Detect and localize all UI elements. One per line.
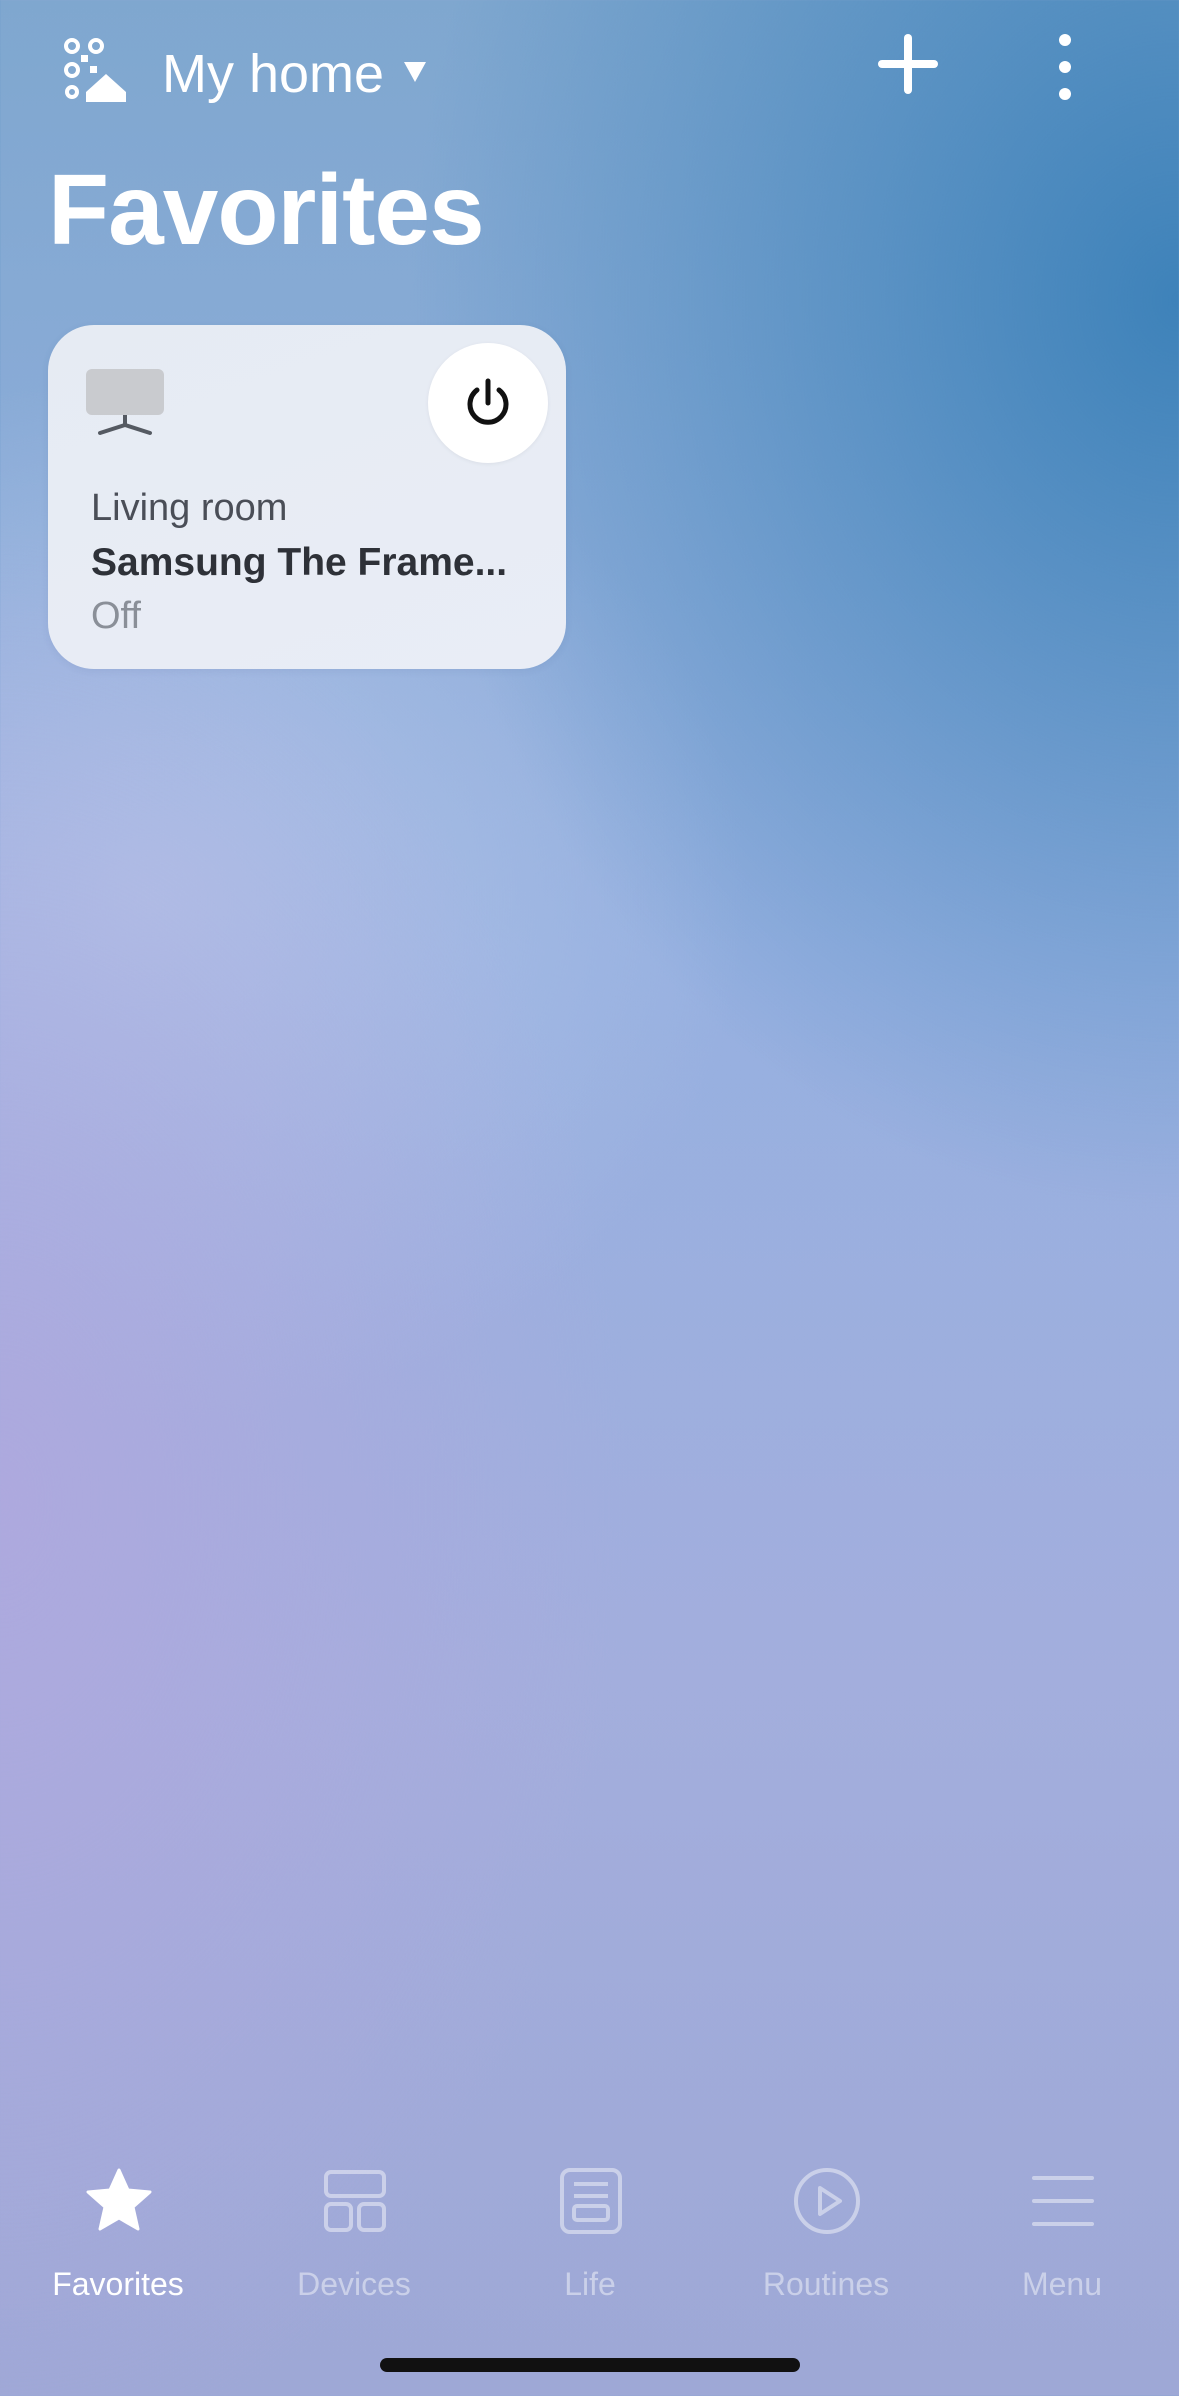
devices-grid-icon	[324, 2170, 386, 2232]
more-vertical-icon[interactable]	[1040, 30, 1090, 104]
page-title: Favorites	[48, 154, 485, 266]
nav-devices[interactable]: Devices	[236, 2166, 472, 2316]
tv-icon	[84, 367, 166, 437]
life-icon	[560, 2168, 622, 2234]
nav-label: Favorites	[52, 2266, 184, 2302]
plus-icon[interactable]	[874, 30, 942, 98]
nav-label: Devices	[297, 2266, 411, 2302]
device-status: Off	[91, 595, 141, 637]
home-selector[interactable]: My home	[162, 40, 384, 108]
nav-label: Menu	[1021, 2266, 1103, 2302]
nav-favorites[interactable]: Favorites	[0, 2166, 236, 2316]
device-name: Samsung The Frame...	[91, 541, 508, 584]
top-bar: My home	[0, 0, 1179, 140]
menu-icon	[1032, 2176, 1094, 2226]
qr-home-icon[interactable]	[62, 36, 132, 102]
home-indicator[interactable]	[380, 2358, 800, 2372]
play-circle-icon	[794, 2168, 860, 2234]
nav-routines[interactable]: Routines	[708, 2166, 944, 2316]
device-card[interactable]: Living room Samsung The Frame... Off	[48, 325, 566, 669]
chevron-down-icon[interactable]	[400, 56, 430, 86]
power-button[interactable]	[428, 343, 548, 463]
power-icon	[467, 378, 509, 425]
star-icon	[86, 2168, 152, 2231]
nav-label: Routines	[762, 2266, 890, 2302]
device-room: Living room	[91, 487, 288, 529]
nav-life[interactable]: Life	[472, 2166, 708, 2316]
nav-menu[interactable]: Menu	[944, 2166, 1179, 2316]
nav-label: Life	[564, 2266, 616, 2302]
